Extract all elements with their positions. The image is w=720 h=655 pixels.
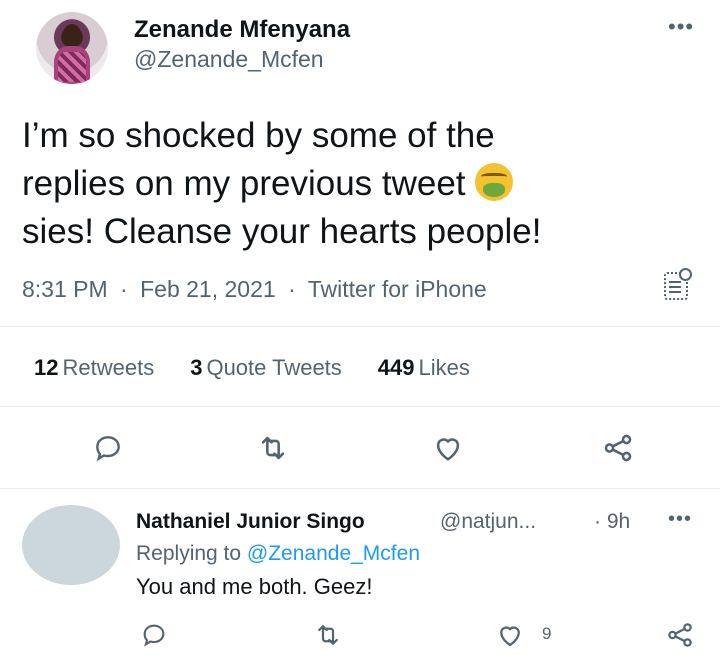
tweet-actions <box>0 430 720 470</box>
reply-time-value: 9h <box>606 510 631 533</box>
retweets-label: Retweets <box>62 355 155 380</box>
reply-text: You and me both. Geez! <box>136 574 373 599</box>
tweet-text: I’m so shocked by some of the replies on… <box>22 112 702 256</box>
tweet-time[interactable]: 8:31 PM <box>22 276 108 302</box>
reply-author-handle[interactable]: @natjun... <box>440 510 536 534</box>
reply-reply-icon[interactable] <box>136 620 172 650</box>
replying-handle-link[interactable]: @Zenande_Mcfen <box>247 542 420 565</box>
reply-more-options-icon[interactable]: ••• <box>668 508 692 531</box>
analytics-note-icon[interactable] <box>664 268 692 300</box>
retweets-stat[interactable]: 12 Retweets <box>34 355 154 381</box>
tweet-text-line: sies! Cleanse your hearts people! <box>22 212 542 251</box>
divider <box>0 488 720 489</box>
reply-time-separator: · <box>594 510 601 533</box>
author-avatar[interactable] <box>36 12 108 84</box>
retweet-icon[interactable] <box>255 430 291 466</box>
retweets-count: 12 <box>34 355 59 380</box>
reply-time[interactable]: · 9h <box>594 510 630 534</box>
quote-tweets-stat[interactable]: 3 Quote Tweets <box>190 355 342 381</box>
meta-separator: · <box>288 276 296 302</box>
likes-count: 449 <box>377 355 415 380</box>
divider <box>0 326 720 327</box>
nauseated-face-emoji-icon <box>475 163 514 201</box>
divider <box>0 406 720 407</box>
reply-icon[interactable] <box>90 430 126 466</box>
tweet-date[interactable]: Feb 21, 2021 <box>140 276 276 302</box>
tweet-source[interactable]: Twitter for iPhone <box>308 276 487 302</box>
reply-author-name[interactable]: Nathaniel Junior Singo <box>136 510 365 534</box>
more-options-icon[interactable]: ••• <box>668 14 694 40</box>
replying-to: Replying to @Zenande_Mcfen <box>136 542 420 566</box>
author-name[interactable]: Zenande Mfenyana <box>134 16 350 44</box>
quotes-label: Quote Tweets <box>206 355 342 380</box>
share-icon[interactable] <box>600 430 636 466</box>
quotes-count: 3 <box>190 355 203 380</box>
tweet-text-line: replies on my previous tweet <box>22 160 702 208</box>
avatar-figure-pattern <box>58 52 86 82</box>
meta-separator: · <box>120 276 128 302</box>
avatar-figure-head <box>63 24 81 46</box>
likes-stat[interactable]: 449 Likes <box>378 355 470 381</box>
likes-label: Likes <box>418 355 470 380</box>
tweet-stats: 12 Retweets 3 Quote Tweets 449 Likes <box>34 355 470 381</box>
author-handle[interactable]: @Zenande_Mcfen <box>134 46 324 73</box>
reply-author-avatar[interactable] <box>22 505 120 585</box>
reply-like-count: 9 <box>542 624 552 643</box>
heart-icon[interactable] <box>430 430 466 466</box>
reply-heart-icon[interactable] <box>492 620 528 650</box>
tweet-text-line: I’m so shocked by some of the <box>22 116 495 155</box>
reply-actions <box>0 620 720 650</box>
tweet-meta: 8:31 PM · Feb 21, 2021 · Twitter for iPh… <box>22 276 487 303</box>
reply-retweet-icon[interactable] <box>310 620 346 650</box>
reply-share-icon[interactable] <box>662 620 698 650</box>
replying-prefix: Replying to <box>136 542 242 565</box>
tweet-text-fragment: replies on my previous tweet <box>22 164 466 203</box>
